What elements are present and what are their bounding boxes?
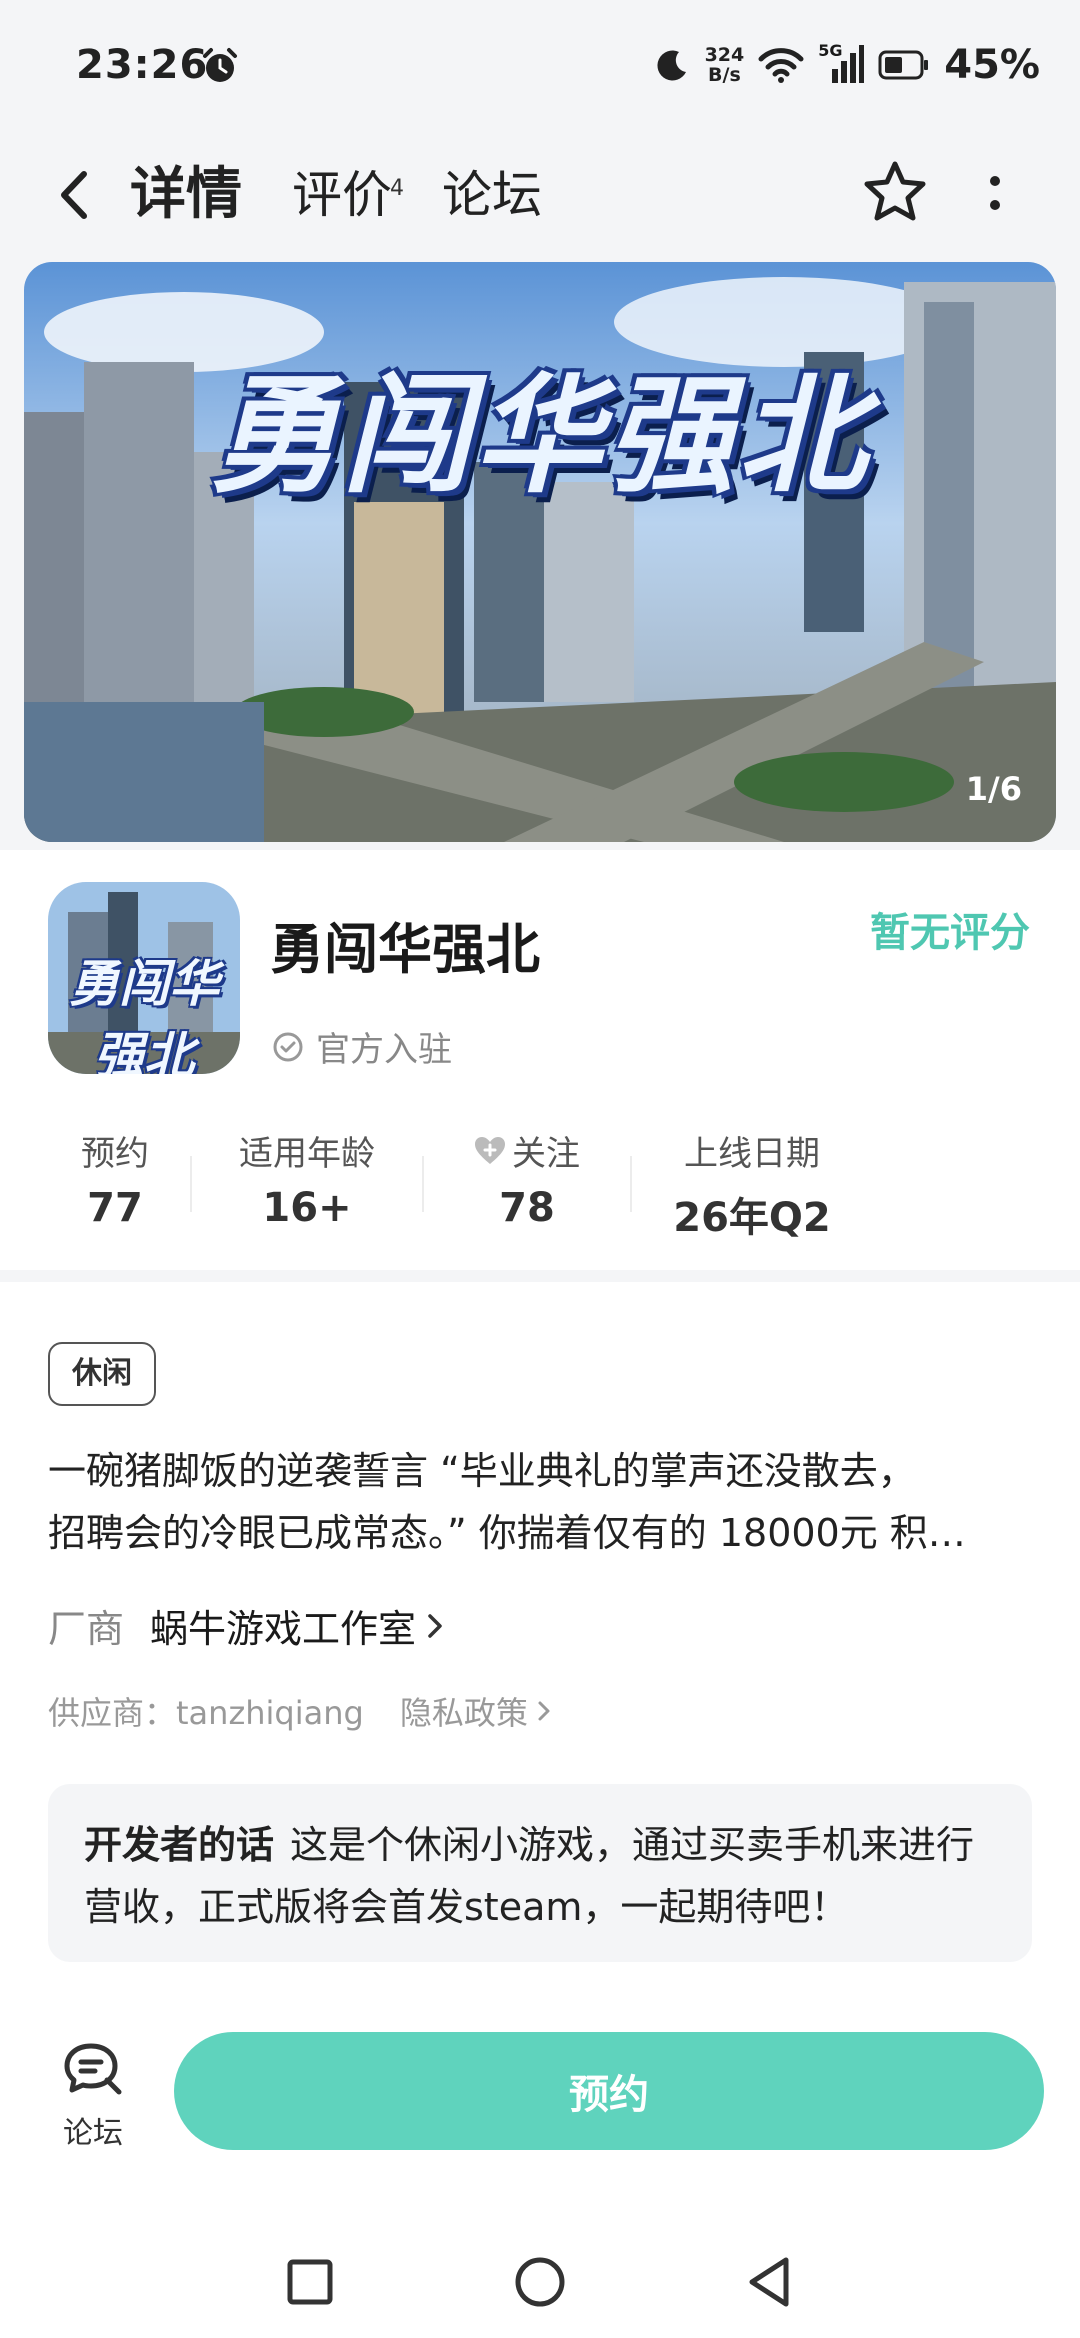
app-name: 勇闯华强北 [270,918,540,981]
signal-icon: 5G [818,41,865,85]
more-vertical-icon[interactable] [980,158,1010,228]
system-nav-bar [0,2230,1080,2338]
status-bar: 23:26 324 B/s 5G 45% [0,0,1080,130]
tab-forum[interactable]: 论坛 [442,160,542,230]
heart-plus-icon [475,1136,505,1164]
chevron-right-icon [538,1701,550,1721]
stat-reservations: 预约 77 [81,1134,149,1231]
supplier-row: 供应商：tanzhiqiang 隐私政策 [48,1688,554,1734]
carousel-counter: 1/6 [965,770,1022,808]
moon-icon [657,50,686,81]
back-icon [61,171,87,219]
tab-bar: 详情 评价 4 论坛 [124,160,542,230]
battery-percent: 45% [944,42,1040,88]
reserve-button[interactable]: 预约 [174,2032,1044,2150]
supplier-text: 供应商：tanzhiqiang [48,1694,364,1732]
forum-button[interactable]: 论坛 [48,2040,138,2160]
chevron-right-icon [428,1613,442,1638]
check-circle-icon [273,1032,303,1061]
screenshot-carousel[interactable]: 勇闯华强北 1/6 [24,262,1056,842]
wifi-icon [758,48,804,83]
star-outline-icon[interactable] [860,158,930,228]
developer-note: 开发者的话 这是个休闲小游戏，通过买卖手机来进行营收，正式版将会首发steam，一… [48,1784,1032,1962]
stat-followers[interactable]: 关注 78 [424,1126,630,1236]
developer-note-title: 开发者的话 [84,1823,275,1867]
stat-release-date: 上线日期 26年Q2 [673,1134,831,1241]
network-speed: 324 B/s [704,44,745,86]
game-description[interactable]: 一碗猪脚饭的逆袭誓言 “毕业典礼的掌声还没散去， 招聘会的冷眼已成常态。” 你揣… [48,1440,1038,1564]
official-badge: 官方入驻 [272,1022,452,1071]
status-time: 23:26 [76,42,209,88]
stats-row: 预约 77 适用年龄 16+ 关注 78 上线日期 26年Q2 [40,1126,880,1241]
forum-chat-icon [64,2043,122,2095]
circle-nav-icon[interactable] [510,2252,570,2312]
back-button[interactable] [56,160,106,230]
genre-tag[interactable]: 休闲 [48,1342,156,1406]
banner-title: 勇闯华强北 [209,362,870,511]
top-nav: 详情 评价 4 论坛 [0,130,1080,260]
triangle-back-nav-icon[interactable] [740,2252,800,2312]
rating-status: 暂无评分 [870,910,1030,956]
tab-details[interactable]: 详情 [124,160,248,230]
square-nav-icon[interactable] [280,2252,340,2312]
battery-icon [878,50,929,80]
vendor-link[interactable]: 厂商 蜗牛游戏工作室 [48,1598,446,1653]
stat-age-rating: 适用年龄 16+ [239,1134,375,1231]
status-indicators: 324 B/s 5G 45% [653,40,1040,90]
app-icon: 勇闯华强北 [48,882,240,1074]
reviews-count-badge: 4 [390,176,404,201]
privacy-policy-link[interactable]: 隐私政策 [400,1688,554,1734]
tab-reviews[interactable]: 评价 4 [292,160,404,230]
alarm-icon [203,48,237,82]
